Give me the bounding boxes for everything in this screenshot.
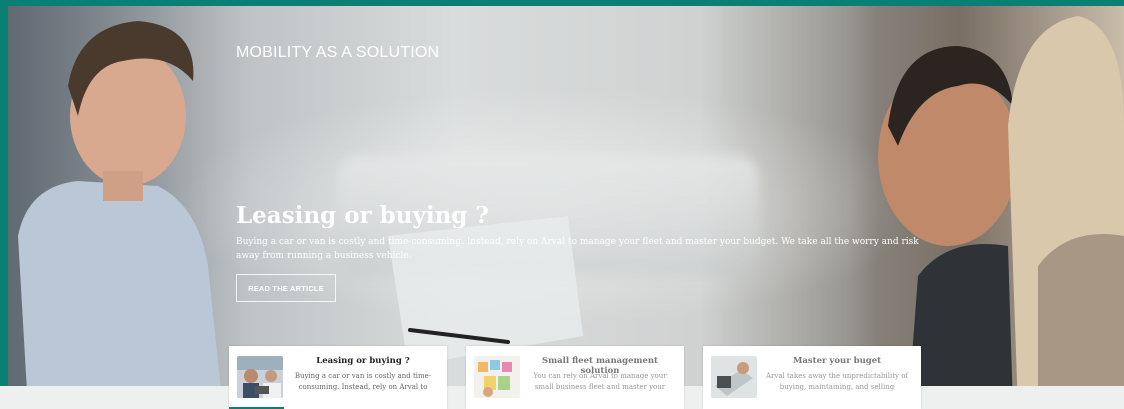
article-card-budget[interactable]: Master your buget Arval takes away the u…: [703, 346, 921, 409]
article-card-small-fleet[interactable]: Small fleet management solution You can …: [466, 346, 684, 409]
read-article-button[interactable]: READ THE ARTICLE: [236, 274, 336, 302]
page-frame: MOBILITY AS A SOLUTION Leasing or buying…: [0, 0, 1124, 409]
card-text: You can rely on Arval to manage your sma…: [533, 372, 667, 391]
hero-headline: Leasing or buying ?: [236, 202, 489, 229]
card-text: Arval takes away the unpredictability of…: [766, 372, 908, 391]
people-laptop-photo-icon: [237, 356, 283, 398]
card-text: Buying a car or van is costly and time-c…: [294, 372, 432, 391]
young-man-illustration: [18, 21, 223, 409]
hero-description: Buying a car or van is costly and time-c…: [236, 237, 919, 261]
article-card-leasing[interactable]: Leasing or buying ? Buying a car or van …: [229, 346, 447, 409]
pen-illustration: [408, 328, 510, 344]
calculator-photo-icon: [711, 356, 757, 398]
hero-kicker: MOBILITY AS A SOLUTION: [236, 44, 440, 61]
card-title: Master your buget: [792, 356, 882, 366]
card-title: Leasing or buying ?: [316, 356, 410, 366]
colorful-notes-photo-icon: [474, 356, 520, 398]
